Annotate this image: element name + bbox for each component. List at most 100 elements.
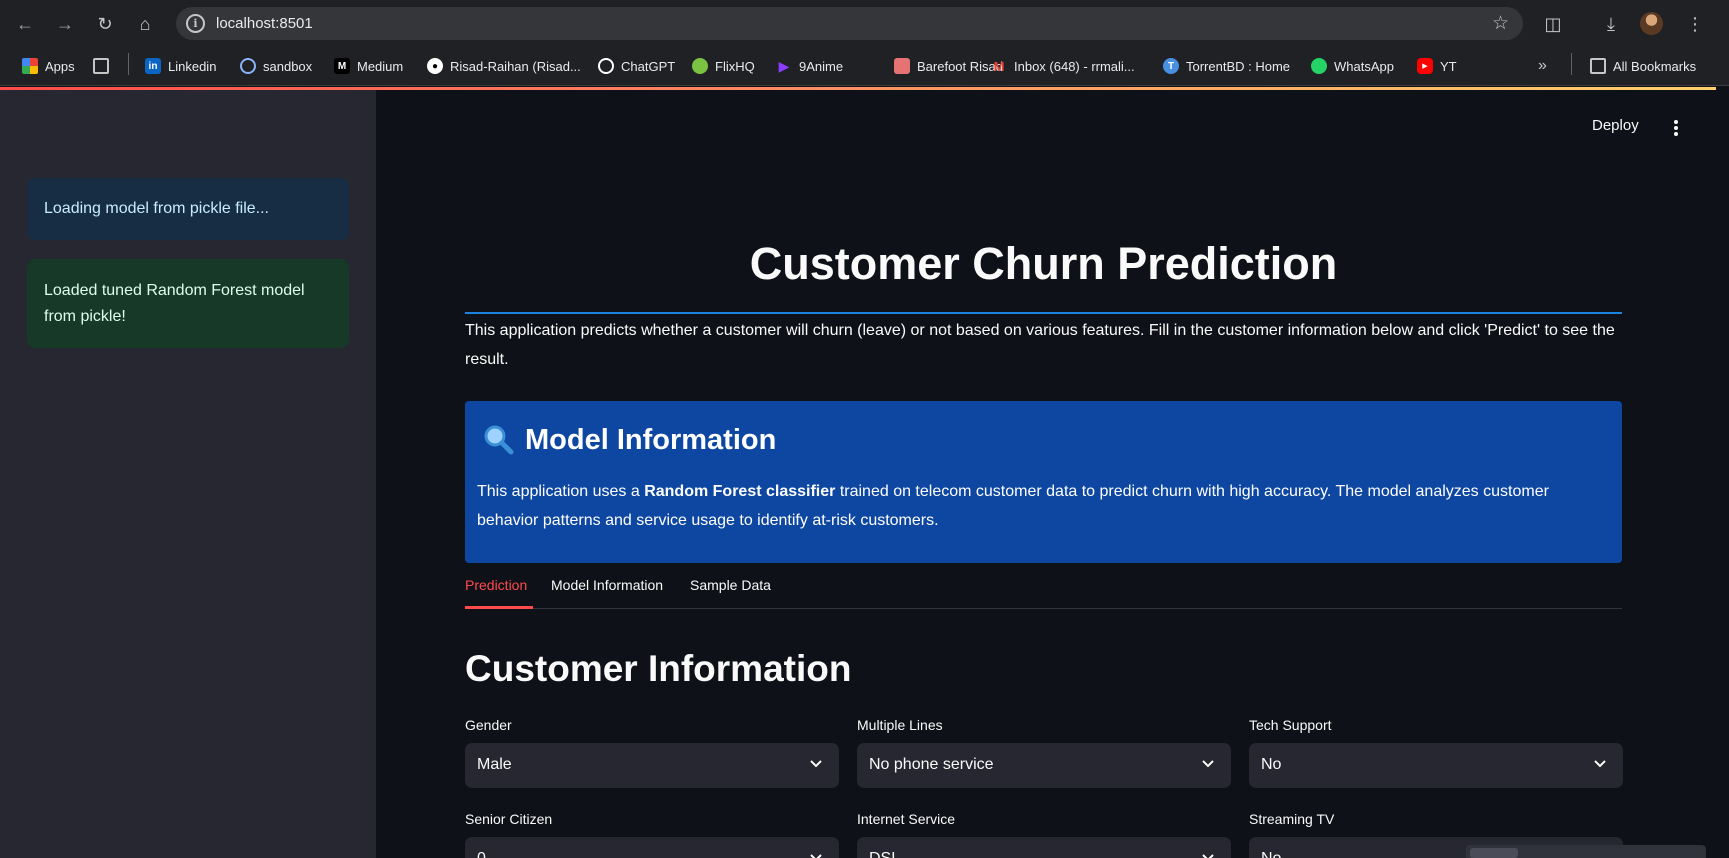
gmail-icon: M [993, 58, 1005, 74]
senior-citizen-label: Senior Citizen [465, 811, 553, 827]
forward-arrow-icon[interactable]: → [52, 11, 78, 37]
tab-bar: Prediction Model Information Sample Data [465, 575, 1622, 609]
bookmark-sandbox[interactable]: sandbox [240, 56, 312, 76]
all-bookmarks-folder[interactable]: All Bookmarks [1590, 56, 1696, 76]
address-bar[interactable]: i localhost:8501 ☆ [176, 7, 1523, 40]
internet-service-value: DSL [869, 850, 900, 858]
internet-service-label: Internet Service [857, 811, 956, 827]
page-title: Customer Churn Prediction [749, 238, 1338, 289]
model-info-heading: Model Information [481, 423, 776, 457]
more-bookmarks-chevron-icon[interactable]: » [1538, 56, 1547, 76]
bookmark-label: WhatsApp [1334, 58, 1394, 74]
section-title: Customer Information [465, 648, 852, 689]
chevron-down-icon [810, 854, 822, 858]
back-arrow-icon[interactable]: ← [12, 11, 38, 37]
whatsapp-icon [1311, 58, 1327, 74]
bookmark-label: Inbox (648) - rrmali... [1014, 58, 1135, 74]
bookmark-label: Linkedin [168, 58, 217, 74]
title-divider [465, 312, 1622, 314]
bookmark-apps[interactable]: Apps [22, 56, 75, 76]
reload-icon[interactable]: ↻ [92, 11, 118, 37]
sandbox-icon [240, 58, 256, 74]
profile-avatar[interactable] [1640, 12, 1663, 35]
bookmark-label: FlixHQ [715, 58, 755, 74]
browser-toolbar: ← → ↻ ⌂ i localhost:8501 ☆ ◫ ⤓ ⋮ [0, 0, 1729, 46]
internet-service-select[interactable]: DSL [857, 837, 1231, 858]
tab-sample-data[interactable]: Sample Data [690, 577, 771, 593]
tech-support-select[interactable]: No [1249, 743, 1623, 788]
barefoot-icon [894, 58, 910, 74]
bookmark-label: sandbox [263, 58, 313, 74]
bookmark-flixhq[interactable]: FlixHQ [692, 56, 755, 76]
senior-citizen-select[interactable]: 0 [465, 837, 839, 858]
bookmark-separator [128, 53, 129, 75]
loaded-success-alert: Loaded tuned Random Forest model from pi… [27, 259, 349, 348]
bookmark-label: Apps [45, 58, 75, 74]
9anime-icon: ▶ [778, 57, 790, 74]
bookmark-label: Medium [357, 58, 404, 74]
bookmarks-bar: Apps in Linkedin sandbox M Medium ● Risa… [0, 46, 1729, 86]
chevron-down-icon [1594, 760, 1606, 768]
flixhq-icon [692, 58, 708, 74]
tab-model-information[interactable]: Model Information [551, 577, 663, 593]
tab-prediction[interactable]: Prediction [465, 577, 527, 593]
youtube-icon: ▶ [1417, 58, 1433, 74]
bookmark-gmail[interactable]: M Inbox (648) - rrmali... [991, 56, 1135, 76]
bookmark-separator [1571, 53, 1572, 75]
tech-support-value: No [1261, 756, 1282, 773]
bookmark-medium[interactable]: M Medium [334, 56, 403, 76]
bookmark-star-icon[interactable]: ☆ [1492, 12, 1509, 35]
linkedin-icon: in [145, 58, 161, 74]
model-info-title: Model Information [525, 423, 777, 456]
github-icon: ● [427, 58, 443, 74]
bookmark-linkedin[interactable]: in Linkedin [145, 56, 216, 76]
senior-citizen-value: 0 [477, 850, 486, 858]
scrollbar-thumb[interactable] [1470, 848, 1518, 858]
model-info-box: Model Information This application uses … [465, 401, 1622, 563]
streaming-tv-label: Streaming TV [1249, 811, 1335, 827]
bookmark-barefoot[interactable]: Barefoot Risad [894, 56, 1003, 76]
url-text[interactable]: localhost:8501 [216, 15, 313, 32]
multiple-lines-label: Multiple Lines [857, 717, 943, 733]
gender-select[interactable]: Male [465, 743, 839, 788]
chevron-down-icon [1202, 760, 1214, 768]
bookmark-label: YT [1440, 58, 1457, 74]
loading-info-alert: Loading model from pickle file... [27, 178, 349, 240]
horizontal-scrollbar[interactable] [1466, 845, 1706, 858]
browser-menu-icon[interactable]: ⋮ [1682, 11, 1708, 37]
streaming-tv-value: No [1261, 850, 1281, 858]
tab-groups-icon[interactable] [93, 56, 116, 76]
loading-info-text: Loading model from pickle file... [44, 200, 269, 217]
home-icon[interactable]: ⌂ [132, 11, 158, 37]
app-menu-icon[interactable] [1665, 117, 1685, 137]
chevron-down-icon [810, 760, 822, 768]
medium-icon: M [334, 58, 350, 74]
tech-support-label: Tech Support [1249, 717, 1332, 733]
download-icon[interactable]: ⤓ [1598, 11, 1624, 37]
bookmark-chatgpt[interactable]: ChatGPT [598, 56, 675, 76]
site-info-icon[interactable]: i [186, 14, 205, 33]
torrentbd-icon: T [1163, 58, 1179, 74]
model-info-body: This application uses a Random Forest cl… [477, 477, 1607, 535]
gender-label: Gender [465, 717, 512, 733]
magnifying-glass-icon [481, 423, 515, 457]
bookmark-whatsapp[interactable]: WhatsApp [1311, 56, 1394, 76]
grid-icon [93, 58, 109, 74]
bookmark-label: TorrentBD : Home [1186, 58, 1291, 74]
folder-icon [1590, 58, 1606, 74]
bookmark-torrentbd[interactable]: T TorrentBD : Home [1163, 56, 1290, 76]
apps-grid-icon [22, 58, 38, 74]
gender-value: Male [477, 756, 512, 773]
bookmark-label: ChatGPT [621, 58, 676, 74]
deploy-button[interactable]: Deploy [1592, 117, 1639, 134]
multiple-lines-select[interactable]: No phone service [857, 743, 1231, 788]
bookmark-youtube[interactable]: ▶ YT [1417, 56, 1457, 76]
bookmark-github[interactable]: ● Risad-Raihan (Risad... [427, 56, 581, 76]
bookmark-label: 9Anime [799, 58, 844, 74]
model-info-body-prefix: This application uses a [477, 483, 645, 500]
active-tab-indicator [465, 606, 533, 609]
extensions-icon[interactable]: ◫ [1540, 11, 1566, 37]
all-bookmarks-label: All Bookmarks [1613, 58, 1697, 74]
intro-text: This application predicts whether a cust… [465, 322, 1615, 368]
bookmark-9anime[interactable]: ▶ 9Anime [776, 56, 843, 76]
